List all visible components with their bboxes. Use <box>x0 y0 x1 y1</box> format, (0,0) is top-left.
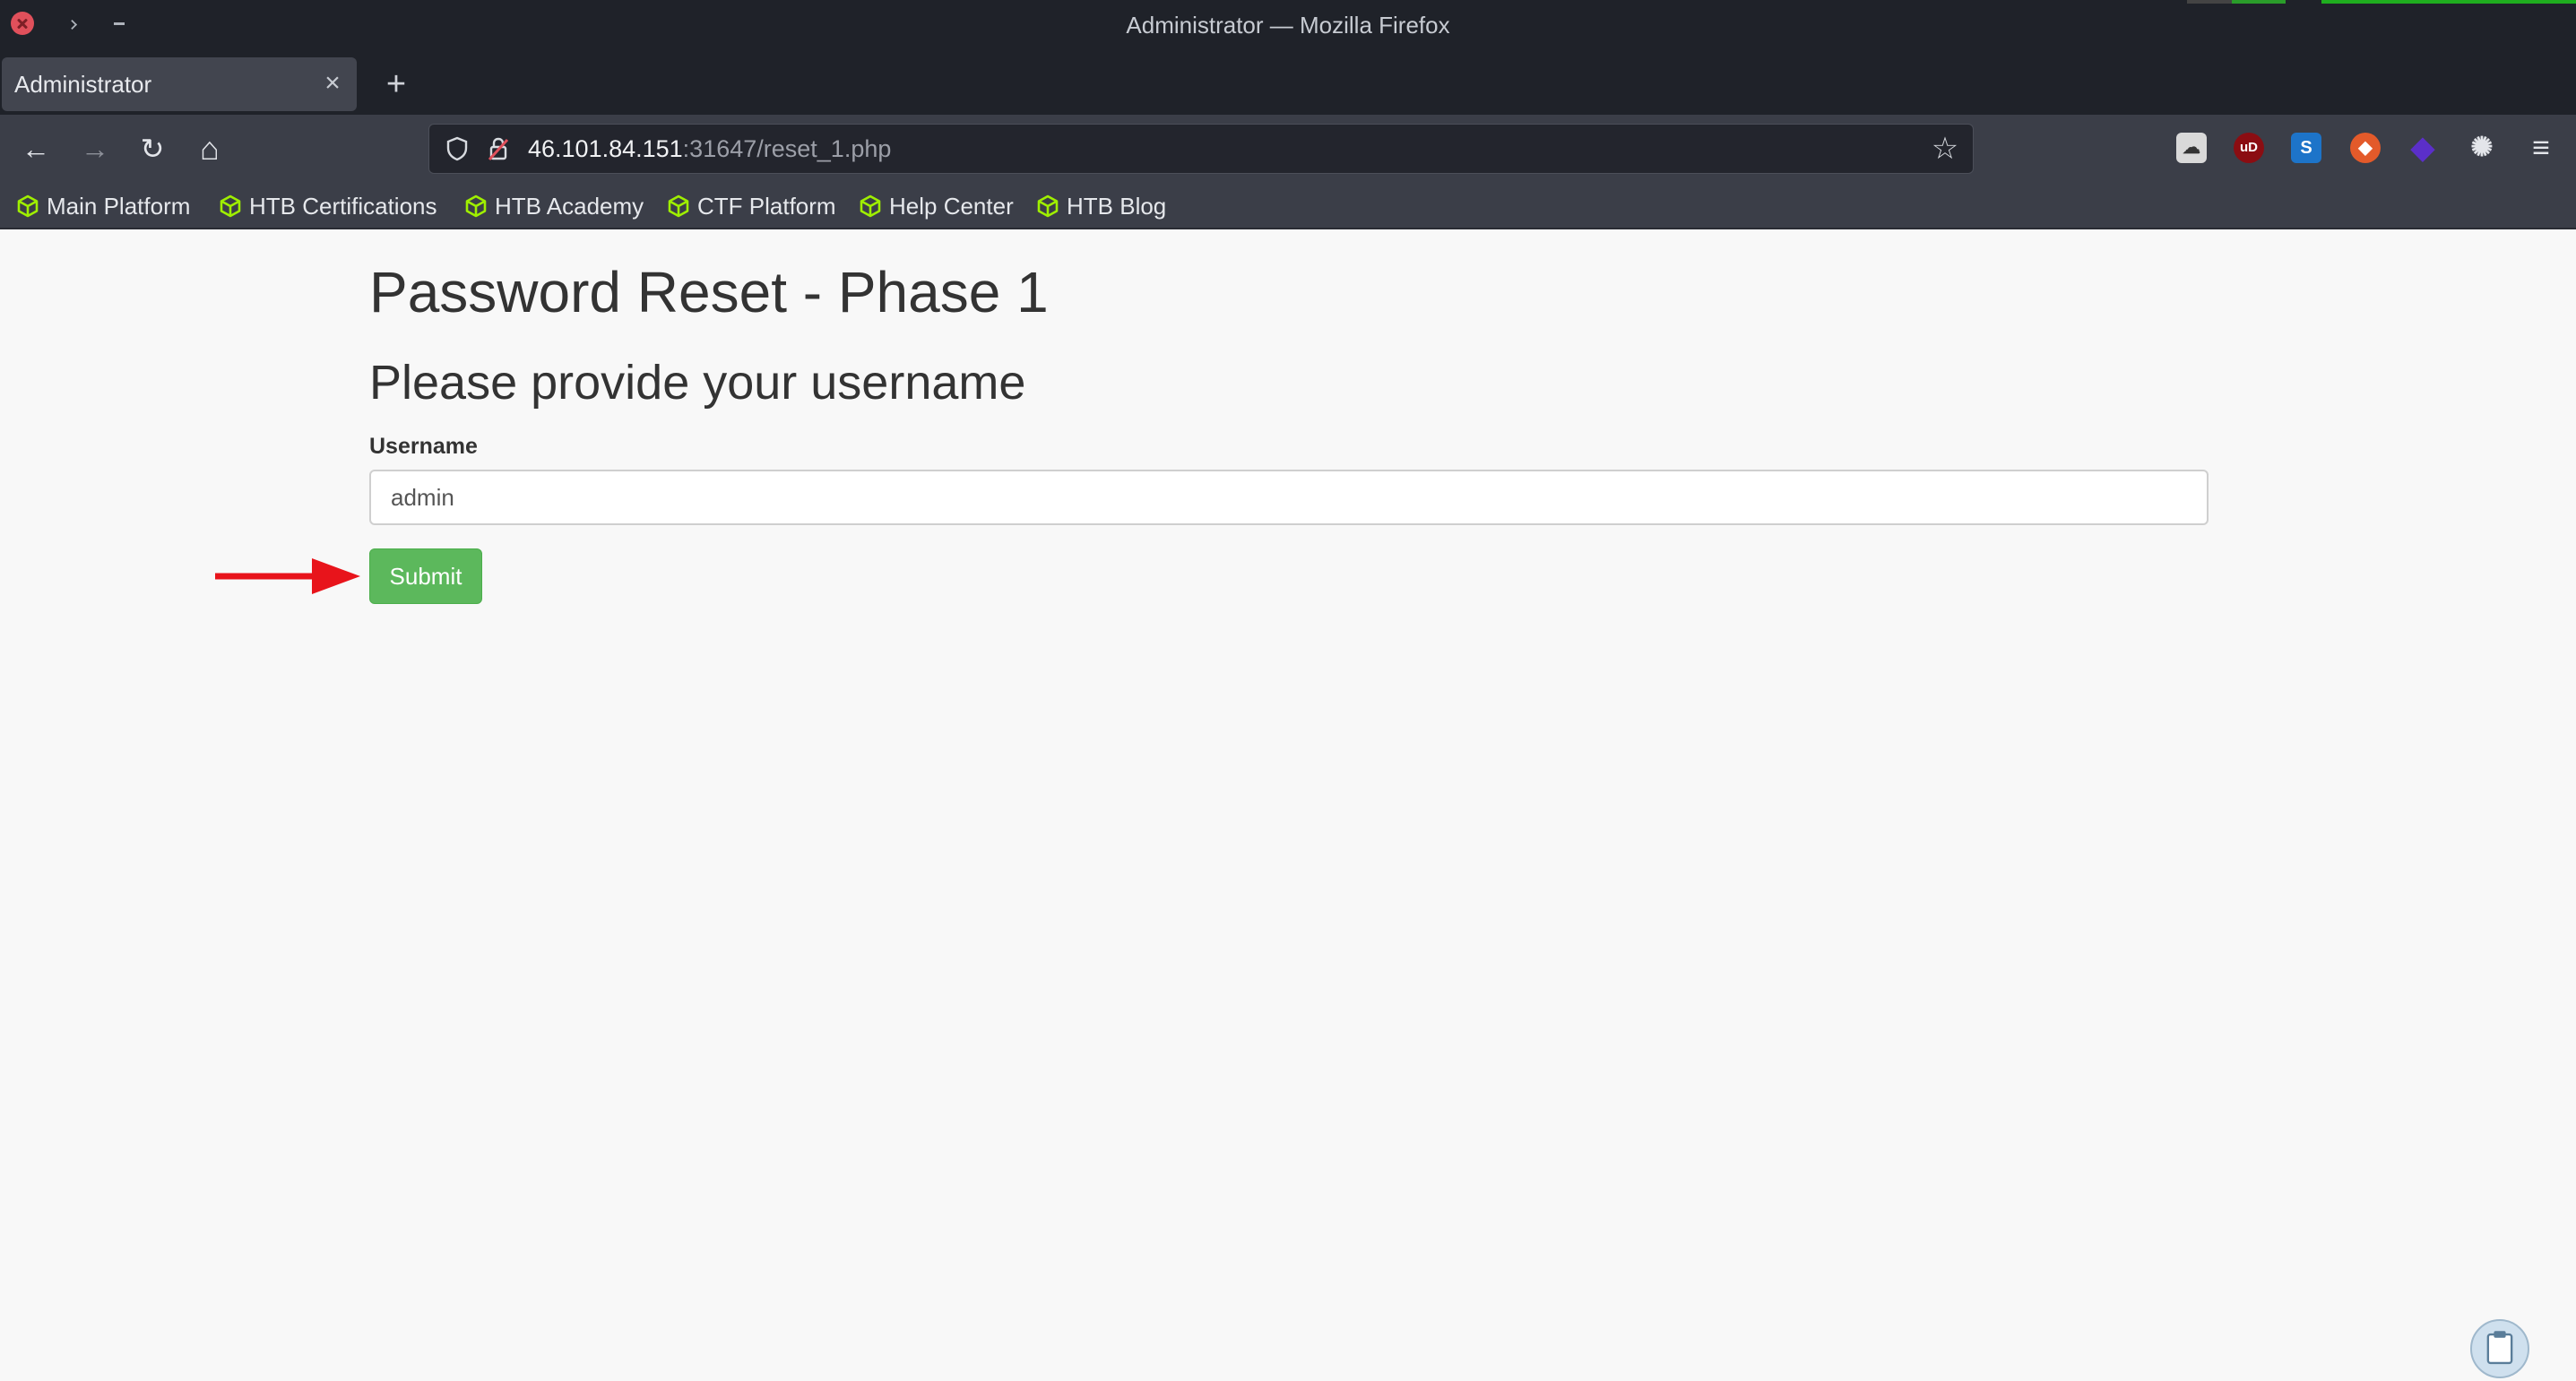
ublock-icon[interactable]: uD <box>2234 133 2264 163</box>
purple-gem-icon[interactable]: ◆ <box>2407 133 2438 163</box>
bookmark-label: HTB Academy <box>495 193 644 220</box>
url-path: :31647/reset_1.php <box>682 135 892 162</box>
url-host: 46.101.84.151 <box>528 135 683 162</box>
tracking-protection-shield-icon[interactable] <box>444 135 471 162</box>
bookmark-htb-blog[interactable]: HTB Blog <box>1036 183 1166 229</box>
htb-cube-icon <box>1037 194 1059 218</box>
bookmarks-toolbar: Main Platform HTB Certifications HTB Aca… <box>0 183 2576 229</box>
clipboard-icon[interactable] <box>2470 1319 2529 1378</box>
back-icon[interactable]: ← <box>18 131 54 167</box>
insecure-lock-icon[interactable] <box>485 135 512 162</box>
window-titlebar: Administrator — Mozilla Firefox <box>0 0 2576 50</box>
bookmark-htb-certifications[interactable]: HTB Certifications <box>219 183 437 229</box>
url-bar[interactable]: 46.101.84.151:31647/reset_1.php ☆ <box>428 124 1974 174</box>
bookmark-star-icon[interactable]: ☆ <box>1930 134 1960 164</box>
page-content: Password Reset - Phase 1 Please provide … <box>0 229 2576 1378</box>
home-icon[interactable]: ⌂ <box>192 131 228 167</box>
htb-cube-icon <box>17 194 39 218</box>
htb-cube-icon <box>220 194 241 218</box>
htb-cube-icon <box>668 194 689 218</box>
status-strip <box>2321 0 2465 4</box>
bookmark-ctf-platform[interactable]: CTF Platform <box>667 183 836 229</box>
new-tab-icon[interactable]: + <box>378 66 414 102</box>
fox-extension-icon[interactable]: ◆ <box>2350 133 2381 163</box>
submit-button[interactable]: Submit <box>369 548 482 604</box>
url-text[interactable]: 46.101.84.151:31647/reset_1.php <box>528 125 891 173</box>
username-input[interactable] <box>369 470 2209 525</box>
htb-cube-icon <box>465 194 487 218</box>
bookmark-label: Help Center <box>889 193 1014 220</box>
extension-1-icon[interactable]: ☁ <box>2176 133 2207 163</box>
username-label: Username <box>369 434 478 459</box>
tab-close-icon[interactable]: × <box>319 70 346 97</box>
bookmark-htb-academy[interactable]: HTB Academy <box>464 183 644 229</box>
tab-administrator[interactable]: Administrator × <box>2 57 357 111</box>
s-extension-icon[interactable]: S <box>2291 133 2321 163</box>
window-title: Administrator — Mozilla Firefox <box>1126 12 1450 39</box>
bookmark-label: HTB Blog <box>1067 193 1167 220</box>
tab-strip: Administrator × + <box>0 50 2576 115</box>
htb-cube-icon <box>860 194 881 218</box>
bookmark-label: CTF Platform <box>697 193 836 220</box>
bookmark-help-center[interactable]: Help Center <box>859 183 1014 229</box>
bookmark-main-platform[interactable]: Main Platform <box>16 183 190 229</box>
bookmark-label: HTB Certifications <box>249 193 437 220</box>
navigation-toolbar: ← → ↻ ⌂ 46.101.84.151:31647/reset_1.php … <box>0 115 2576 183</box>
status-strip <box>2451 0 2576 4</box>
reload-icon[interactable]: ↻ <box>134 131 170 167</box>
tab-label: Administrator <box>14 71 152 98</box>
menu-icon[interactable]: ≡ <box>2526 133 2556 163</box>
status-strip <box>2232 0 2286 4</box>
bookmark-label: Main Platform <box>47 193 191 220</box>
annotation-arrow <box>215 558 360 594</box>
forward-icon[interactable]: → <box>77 131 113 167</box>
page-title: Password Reset - Phase 1 <box>369 260 1049 324</box>
cookie-icon[interactable]: ✺ <box>2467 133 2497 163</box>
page-subtitle: Please provide your username <box>369 356 1026 410</box>
